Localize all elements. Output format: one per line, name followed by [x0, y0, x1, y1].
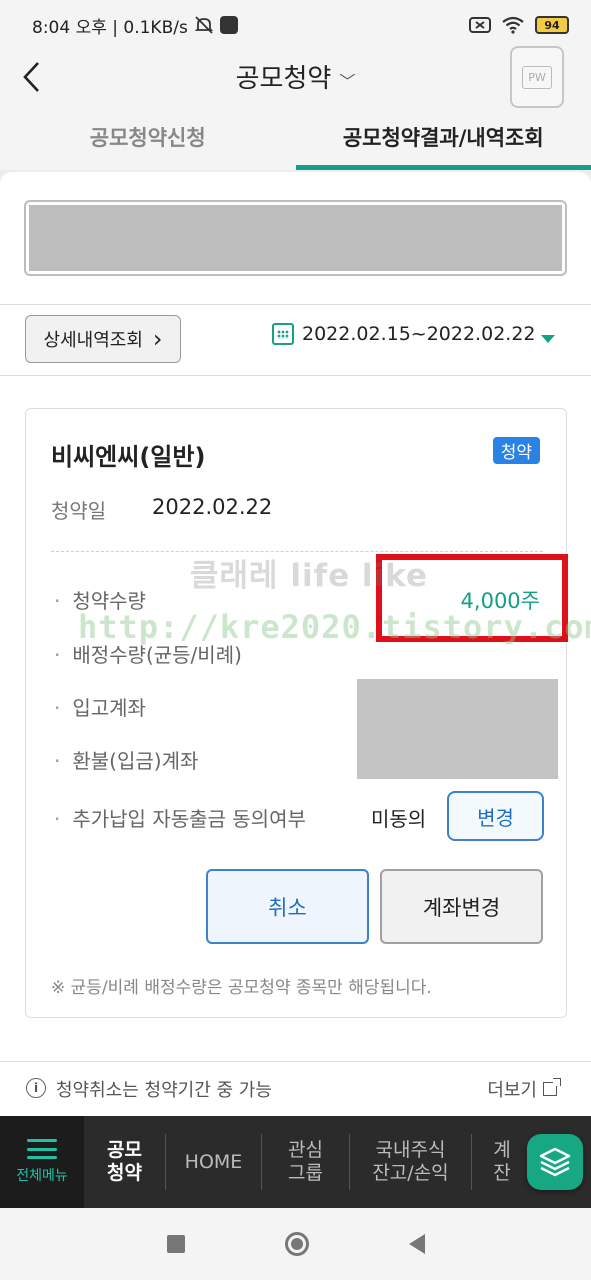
nav-item-account[interactable]: 계 잔 — [472, 1134, 532, 1190]
hamburger-icon — [27, 1139, 57, 1159]
tab-bar: 공모청약신청 공모청약결과/내역조회 — [0, 116, 591, 170]
status-bar: 8:04 오후 | 0.1KB/s 94 — [0, 0, 591, 50]
change-consent-button[interactable]: 변경 — [447, 791, 544, 841]
nav-item-home[interactable]: HOME — [166, 1134, 262, 1190]
date-range-text: 2022.02.15~2022.02.22 — [302, 323, 536, 345]
layers-icon — [539, 1147, 571, 1177]
allocation-note: ※ 균등/비례 배정수량은 공모청약 종목만 해당됩니다. — [51, 978, 432, 998]
consent-value: 미동의 — [371, 807, 427, 831]
bottom-nav: 전체메뉴 공모 청약 HOME 관심 그룹 국내주식 잔고/손익 계 잔 — [0, 1116, 591, 1208]
redacted-block — [29, 205, 562, 271]
app-notification-icon — [219, 16, 238, 34]
page-title: 공모청약 — [235, 64, 332, 94]
all-menu-label: 전체메뉴 — [16, 1168, 68, 1184]
subscription-date-value: 2022.02.22 — [152, 495, 273, 519]
stock-name: 비씨엔씨(일반) — [51, 443, 206, 471]
deposit-account-label: 입고계좌 — [72, 696, 146, 720]
pw-lock-icon: PW — [522, 65, 552, 89]
more-link[interactable]: 더보기 — [487, 1076, 561, 1102]
system-nav-bar — [0, 1208, 591, 1280]
auto-withdraw-label: 추가납입 자동출금 동의여부 — [72, 807, 306, 831]
info-row: i 청약취소는 청약기간 중 가능 더보기 — [0, 1062, 591, 1116]
page-title-dropdown[interactable]: 공모청약 ﹀ — [0, 58, 591, 95]
recent-apps-icon[interactable] — [166, 1235, 185, 1253]
filter-row: 상세내역조회 › 2022.02.15~2022.02.22 — [0, 305, 591, 375]
status-time: 8:04 오후 | 0.1KB/s — [32, 17, 188, 38]
battery-icon: 94 — [535, 16, 569, 34]
divider — [0, 375, 591, 376]
mute-icon — [194, 16, 214, 34]
more-label: 더보기 — [487, 1080, 537, 1101]
status-badge: 청약 — [492, 437, 540, 464]
nav-item-domestic-balance[interactable]: 국내주식 잔고/손익 — [350, 1134, 472, 1190]
subscription-card: 비씨엔씨(일반) 청약 청약일 2022.02.22 · 청약수량 4,000주 … — [25, 408, 568, 1018]
watermark-text: 클래레 life like — [190, 558, 428, 594]
password-lock-button[interactable]: PW — [510, 46, 564, 108]
tab-subscription-result[interactable]: 공모청약결과/내역조회 — [295, 116, 591, 170]
tab-subscription-apply[interactable]: 공모청약신청 — [0, 116, 296, 170]
battery-level: 94 — [544, 18, 560, 32]
cancel-info-text: 청약취소는 청약기간 중 가능 — [56, 1080, 272, 1101]
nav-item-watchlist[interactable]: 관심 그룹 — [262, 1134, 350, 1190]
home-icon[interactable] — [284, 1232, 309, 1256]
info-icon: i — [26, 1078, 46, 1098]
detail-history-label: 상세내역조회 — [43, 330, 143, 351]
date-range-selector[interactable]: 2022.02.15~2022.02.22 — [272, 323, 536, 345]
caret-down-icon[interactable] — [541, 335, 555, 343]
app-header: 공모청약 ﹀ PW 공모청약신청 공모청약결과/내역조회 — [0, 46, 591, 170]
sim-off-icon — [469, 17, 491, 33]
cancel-button[interactable]: 취소 — [206, 869, 369, 944]
account-select-masked[interactable] — [24, 200, 567, 276]
layers-button[interactable] — [527, 1134, 583, 1190]
refund-account-label: 환불(입금)계좌 — [72, 749, 199, 773]
change-account-button[interactable]: 계좌변경 — [380, 869, 543, 944]
calendar-icon — [272, 323, 294, 345]
chevron-down-icon: ﹀ — [339, 71, 356, 91]
all-menu-button[interactable]: 전체메뉴 — [0, 1116, 84, 1208]
detail-history-button[interactable]: 상세내역조회 › — [25, 315, 181, 363]
allocation-qty-label: 배정수량(균등/비례) — [72, 643, 242, 667]
row-auto-withdraw: · 추가납입 자동출금 동의여부 — [54, 807, 306, 831]
subscription-date-label: 청약일 — [51, 499, 107, 523]
watermark-url: http://kre2020.tistory.com — [78, 608, 591, 646]
chevron-right-icon: › — [152, 325, 163, 353]
row-deposit-account: · 입고계좌 — [54, 696, 146, 720]
nav-item-ipo[interactable]: 공모 청약 — [84, 1134, 166, 1190]
row-refund-account: · 환불(입금)계좌 — [54, 749, 199, 773]
back-triangle-icon[interactable] — [408, 1234, 425, 1254]
redacted-block — [357, 679, 558, 779]
wifi-icon — [502, 16, 524, 34]
external-link-icon — [543, 1078, 561, 1096]
